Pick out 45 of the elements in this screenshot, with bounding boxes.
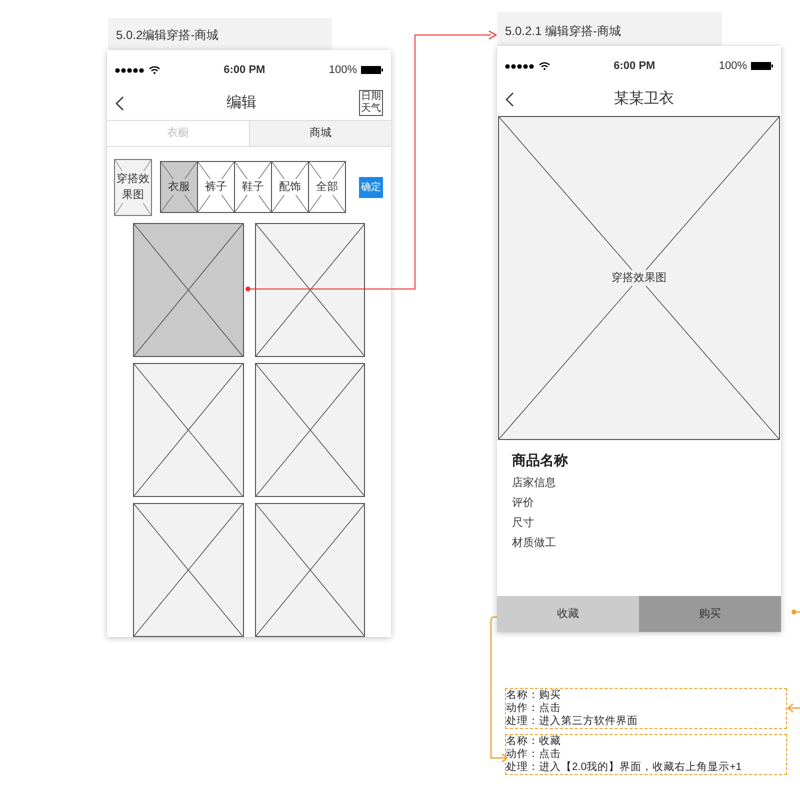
status-time: 6:00 PM xyxy=(224,62,266,78)
image-placeholder[interactable] xyxy=(254,223,365,357)
category-button[interactable]: 鞋子 xyxy=(234,161,272,213)
back-icon[interactable] xyxy=(115,96,124,110)
image-caption: 穿搭效果图 xyxy=(612,270,666,286)
tab[interactable]: 商城 xyxy=(248,121,391,146)
page-label: 5.0.2.1 编辑穿搭-商城 xyxy=(497,12,722,46)
signal-dots-icon xyxy=(115,68,145,72)
battery-percent: 100% xyxy=(718,58,747,74)
annotation-line: 名称：购买 xyxy=(506,689,562,702)
image-placeholder[interactable] xyxy=(133,363,244,497)
category-button[interactable]: 全部 xyxy=(308,161,346,213)
detail-item: 店家信息 xyxy=(512,476,557,491)
annotation-line: 处理：进入第三方软件界面 xyxy=(506,715,639,728)
annotation-line: 动作：点击 xyxy=(506,702,562,715)
image-placeholder[interactable] xyxy=(133,503,244,637)
battery-icon xyxy=(361,66,383,74)
detail-item: 评价 xyxy=(512,496,535,511)
detail-item: 尺寸 xyxy=(512,516,535,531)
battery-icon xyxy=(751,62,773,70)
image-placeholder[interactable] xyxy=(133,223,244,357)
date-weather-button[interactable]: 日期 天气 xyxy=(359,90,383,116)
category-button[interactable]: 裤子 xyxy=(197,161,235,213)
wifi-icon xyxy=(539,62,550,70)
category-button[interactable]: 衣服 xyxy=(160,161,198,213)
back-icon[interactable] xyxy=(505,92,514,106)
nav-title: 某某卫衣 xyxy=(614,88,674,109)
signal-dots-icon xyxy=(505,64,535,68)
outfit-preview-button[interactable]: 穿搭效果图 xyxy=(114,158,152,216)
product-name: 商品名称 xyxy=(512,451,569,470)
battery-percent: 100% xyxy=(328,62,357,78)
image-placeholder[interactable] xyxy=(254,363,365,497)
annotation-line: 处理：进入【2.0我的】界面，收藏右上角显示+1 xyxy=(506,761,743,774)
favorite-button[interactable]: 收藏 xyxy=(497,596,639,632)
image-placeholder[interactable] xyxy=(254,503,365,637)
annotation-line: 动作：点击 xyxy=(506,748,562,761)
confirm-button[interactable]: 确定 xyxy=(359,176,383,198)
nav-title: 编辑 xyxy=(226,92,256,113)
wifi-icon xyxy=(149,66,160,74)
page-label: 5.0.2编辑穿搭-商城 xyxy=(108,18,332,50)
detail-item: 材质做工 xyxy=(512,536,557,551)
annotation-line: 名称：收藏 xyxy=(506,735,562,748)
status-time: 6:00 PM xyxy=(614,58,656,74)
category-button[interactable]: 配饰 xyxy=(271,161,309,213)
buy-button[interactable]: 购买 xyxy=(639,596,781,632)
